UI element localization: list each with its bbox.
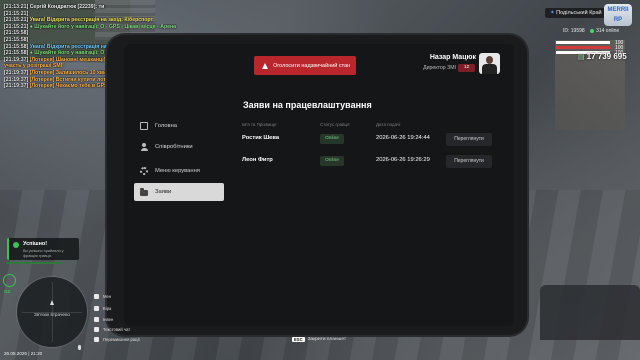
chat-line: [21:15:21] [4, 10, 29, 17]
sidebar-item-label: Головна [155, 123, 178, 129]
server-name: ✦ Подільський Край [545, 8, 607, 18]
profile-role: Директор ЗМІ [423, 65, 456, 71]
esc-key: ESC [292, 337, 305, 342]
player-arrow-icon [50, 300, 54, 305]
money-display: ▤ 17 739 695 [578, 52, 627, 61]
notification-text: Ви успішно прийняли у фракцію гравця. [23, 249, 64, 258]
status-badge: Online [320, 134, 344, 144]
online-count: 314 online [590, 28, 623, 34]
status-label: GZ [4, 289, 11, 294]
application-date: 2026-06-26 19:26:29 [376, 157, 430, 163]
status-indicator [3, 274, 16, 287]
keybind-hint: Текстовий чат [94, 327, 130, 332]
sidebar-item[interactable]: Головна [134, 117, 224, 135]
status-bar [556, 46, 610, 49]
avatar [479, 53, 500, 74]
date-time: 26.05.2026 | 21:20 [4, 351, 43, 356]
server-logo: MERRII RP [604, 4, 632, 26]
keybind-hint: Інвен [94, 317, 113, 322]
background-couch [540, 285, 640, 340]
keybind-hint: Віра [94, 306, 111, 311]
chat-line: [21:15:21] Увага! Відкрита реєстрація на… [4, 17, 154, 24]
key-icon [94, 317, 99, 322]
keybind-hint: Мен [94, 294, 111, 299]
warning-icon [262, 62, 268, 69]
key-icon [94, 306, 99, 311]
key-icon [94, 294, 99, 299]
microphone-icon [78, 345, 81, 350]
player-id: ID: 19598 [563, 28, 585, 34]
profile-name: Назар Мацюк [429, 54, 476, 61]
col-header-name: Ім'я та Прізвище [242, 122, 277, 127]
minimap-status: Зв'язок втрачено [34, 312, 70, 317]
folder-icon [140, 188, 148, 196]
player-ids: ID: 19598 314 online [563, 28, 627, 34]
applicant-name: Леон Фитр [242, 157, 273, 163]
key-icon [94, 337, 99, 342]
gear-icon [140, 167, 148, 175]
notification-progress [6, 262, 62, 264]
flag-icon: ✦ [550, 10, 555, 16]
chat-line: [21:15:21] ● Шукайте його у навігації: O… [4, 23, 177, 30]
emergency-button[interactable]: Оголосити надзвичайний стан [254, 56, 356, 75]
page-title: Заяви на працевлаштування [243, 100, 372, 110]
check-icon [13, 242, 19, 248]
sidebar-item-label: Співробітники [155, 144, 193, 150]
status-bar [556, 41, 610, 44]
sidebar-item[interactable]: Заяви [134, 183, 224, 201]
sidebar-item-label: Меню керування [155, 168, 200, 174]
users-icon [140, 143, 148, 151]
close-tablet-hint[interactable]: ESC Закрити планшет [292, 337, 346, 342]
success-notification: Успішно! Ви успішно прийняли у фракцію г… [7, 238, 79, 260]
sidebar-item[interactable]: Меню керування [134, 162, 224, 180]
home-icon [140, 122, 148, 130]
cash-icon: ▤ [578, 54, 585, 61]
sidebar-item-label: Заяви [155, 189, 172, 195]
notification-title: Успішно! [23, 241, 48, 247]
applicant-name: Ростик Шева [242, 135, 280, 141]
status-badge: Online [320, 156, 344, 166]
view-application-button[interactable]: Переглянути [446, 155, 492, 168]
application-date: 2026-06-26 19:24:44 [376, 135, 430, 141]
sidebar-item[interactable]: Співробітники [134, 138, 224, 156]
col-header-date: Дата подачі [376, 122, 401, 127]
view-application-button[interactable]: Переглянути [446, 133, 492, 146]
chat-line: [21:13:21] Сергій Кондратюк [22239]: ти [4, 4, 105, 10]
profile-badge: 12 [458, 64, 475, 72]
keybind-hint: Перемикання рації [94, 337, 140, 342]
key-icon [94, 327, 99, 332]
col-header-status: Статус гравця [320, 122, 350, 127]
